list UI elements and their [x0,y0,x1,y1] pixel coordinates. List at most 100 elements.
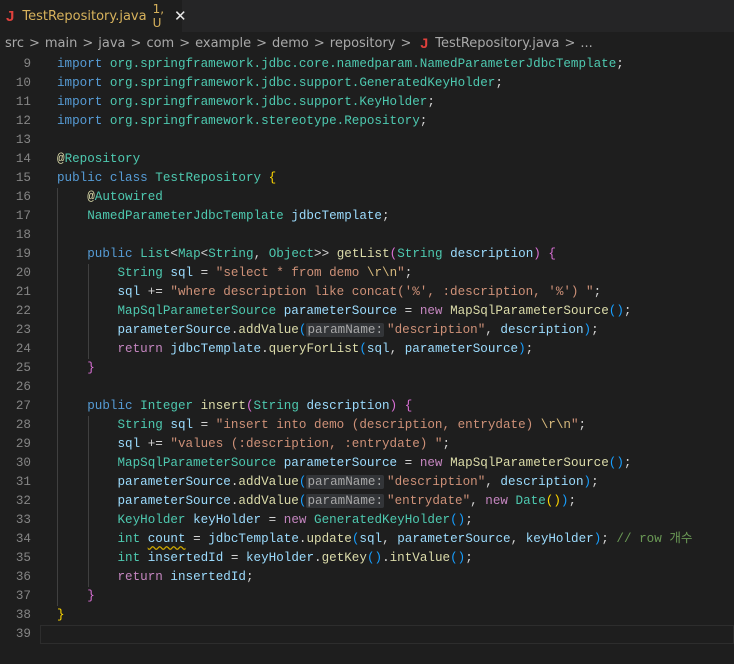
code-token: import [57,114,103,128]
breadcrumb-item-more[interactable]: ... [580,36,592,51]
code-content: sql += "where description like concat('%… [57,283,601,302]
code-token: "where description like concat('%', :des… [170,285,594,299]
code-token: () [450,513,466,527]
code-token: >> [314,247,337,261]
code-line: 19 public List<Map<String, Object>> getL… [0,245,734,264]
tab-title: TestRepository.java [22,8,147,24]
code-token: GeneratedKeyHolder [314,513,451,527]
code-token: = [185,532,209,546]
code-token: "description" [387,323,486,337]
code-token: String [117,418,163,432]
code-token: getList [336,247,390,261]
code-content: KeyHolder keyHolder = new GeneratedKeyHo… [57,511,472,530]
code-token: public [87,247,133,261]
breadcrumb-item-repository[interactable]: repository [330,36,396,51]
code-token: () [608,304,624,318]
line-number: 25 [15,361,31,375]
code-token: "insert into demo (description, entrydat… [215,418,541,432]
code-token: List [140,247,171,261]
code-line: 10 import org.springframework.jdbc.suppor… [0,74,734,93]
code-line: 12 import org.springframework.stereotype.… [0,112,734,131]
code-token: org.springframework.jdbc.support.KeyHold… [109,95,428,109]
code-content: public List<Map<String, Object>> getList… [57,245,556,264]
code-token: += [140,437,171,451]
code-content: } [57,359,95,378]
inlay-hint: paramName: [306,475,385,489]
breadcrumb-item-main[interactable]: main [45,36,77,51]
tab-test-repository[interactable]: J TestRepository.java 1, U ✕ [0,0,187,32]
code-content: String sql = "insert into demo (descript… [57,416,586,435]
code-token: = [397,304,420,318]
chevron-right-icon: > [564,35,576,51]
line-number: 29 [15,437,31,451]
line-number: 33 [15,513,31,527]
breadcrumb-item-src[interactable]: src [5,36,24,51]
code-token: addValue [238,475,299,489]
code-line: 34 int count = jdbcTemplate.update(sql, … [0,530,734,549]
code-token: Map [177,247,201,261]
line-number: 13 [15,133,31,147]
code-token: parameterSource [283,304,398,318]
code-token: jdbcTemplate [291,209,382,223]
line-number: 23 [15,323,31,337]
code-token: import [57,95,103,109]
code-token: "description" [387,475,486,489]
breadcrumb: src > main > java > com > example > demo > repositor… [0,32,734,54]
code-editor[interactable]: 9 import org.springframework.jdbc.core.na… [0,55,734,644]
code-line: 30 MapSqlParameterSource parameterSource… [0,454,734,473]
inlay-hint: paramName: [306,323,385,337]
tab-status: 1, U [152,2,165,30]
code-token: NamedParameterJdbcTemplate [87,209,284,223]
breadcrumb-item-java[interactable]: java [98,36,125,51]
code-content: } [57,587,95,606]
code-token: ; [465,551,473,565]
code-content: import org.springframework.jdbc.support.… [57,74,503,93]
code-token: new [485,494,508,508]
code-line: 17 NamedParameterJdbcTemplate jdbcTempla… [0,207,734,226]
code-content: int insertedId = keyHolder.getKey().intV… [57,549,473,568]
line-number: 18 [15,228,31,242]
breadcrumb-item-demo[interactable]: demo [272,36,309,51]
code-token: { [268,171,277,185]
close-icon[interactable]: ✕ [174,7,187,25]
breadcrumb-item-example[interactable]: example [195,36,251,51]
breadcrumb-item-file[interactable]: TestRepository.java [435,36,559,51]
line-number: 10 [15,76,31,90]
code-line: 32 parameterSource.addValue(paramName: "e… [0,492,734,511]
line-number: 26 [15,380,31,394]
code-token: ( [245,399,254,413]
line-number: 14 [15,152,31,166]
code-line: 14 @Repository [0,150,734,169]
code-token: org.springframework.jdbc.core.namedparam… [109,57,617,71]
code-token: new [419,456,443,470]
line-number: 11 [15,95,31,109]
code-token: MapSqlParameterSource [450,456,609,470]
java-icon: J [420,35,429,51]
code-line: 25 } [0,359,734,378]
chevron-right-icon: > [256,35,267,51]
code-content: NamedParameterJdbcTemplate jdbcTemplate; [57,207,389,226]
code-token: TestRepository [155,171,262,185]
code-token: ) [583,475,592,489]
code-token: intValue [389,551,451,565]
code-token: \r\n [540,418,571,432]
code-token: < [170,247,178,261]
breadcrumb-item-com[interactable]: com [146,36,174,51]
chevron-right-icon: > [130,35,142,51]
code-line: 35 int insertedId = keyHolder.getKey().i… [0,549,734,568]
code-content: String sql = "select * from demo \r\n"; [57,264,412,283]
code-token: () [608,456,624,470]
code-token: description [306,399,390,413]
code-token: ; [442,437,451,451]
code-token: Object [268,247,315,261]
